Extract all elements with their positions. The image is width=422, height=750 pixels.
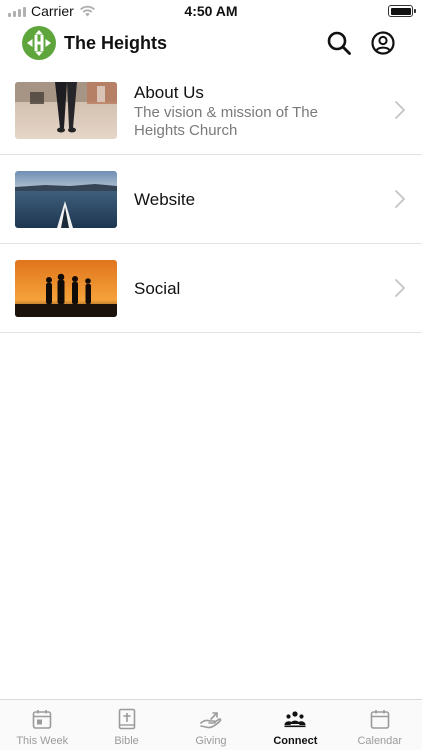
tab-giving[interactable]: Giving bbox=[169, 700, 253, 750]
list-item-website[interactable]: Website bbox=[0, 155, 422, 244]
church-logo-icon bbox=[22, 26, 56, 60]
people-group-icon bbox=[284, 711, 306, 728]
bible-icon bbox=[118, 708, 135, 730]
list-item-subtitle: The vision & mission of The Heights Chur… bbox=[134, 104, 318, 139]
chevron-right-icon bbox=[395, 190, 405, 208]
calendar-icon bbox=[370, 710, 390, 729]
tab-bar: This Week Bible Giving Connect Calendar bbox=[0, 699, 422, 750]
status-time: 4:50 AM bbox=[184, 3, 238, 19]
search-icon bbox=[327, 31, 351, 55]
app-title: The Heights bbox=[64, 33, 168, 53]
beach-walk-thumbnail bbox=[15, 82, 117, 139]
list-item-title: About Us bbox=[134, 83, 204, 102]
tab-this-week[interactable]: This Week bbox=[0, 700, 84, 750]
account-button[interactable] bbox=[370, 30, 396, 56]
tab-label: Calendar bbox=[357, 735, 403, 747]
account-icon bbox=[371, 31, 395, 55]
tab-label: Giving bbox=[195, 735, 227, 747]
connect-list: About Us The vision & mission of The Hei… bbox=[0, 66, 422, 333]
chevron-right-icon bbox=[395, 279, 405, 297]
tab-label: Bible bbox=[114, 735, 139, 747]
tab-label: Connect bbox=[273, 735, 318, 747]
status-bar: Carrier 4:50 AM bbox=[0, 0, 422, 22]
list-item-about-us[interactable]: About Us The vision & mission of The Hei… bbox=[0, 66, 422, 155]
chevron-right-icon bbox=[395, 101, 405, 119]
tab-bible[interactable]: Bible bbox=[84, 700, 168, 750]
list-item-social[interactable]: Social bbox=[0, 244, 422, 333]
list-item-title: Website bbox=[134, 190, 196, 209]
kayak-lake-thumbnail bbox=[15, 171, 117, 228]
calendar-day-icon bbox=[32, 710, 52, 729]
tab-connect[interactable]: Connect bbox=[253, 700, 337, 750]
search-button[interactable] bbox=[326, 30, 352, 56]
sunset-friends-thumbnail bbox=[15, 260, 117, 317]
tab-calendar[interactable]: Calendar bbox=[338, 700, 422, 750]
app-header: The Heights bbox=[0, 22, 422, 66]
tab-label: This Week bbox=[16, 735, 69, 747]
list-item-title: Social bbox=[134, 279, 181, 298]
giving-hand-icon bbox=[200, 712, 222, 729]
battery-icon bbox=[388, 5, 416, 17]
